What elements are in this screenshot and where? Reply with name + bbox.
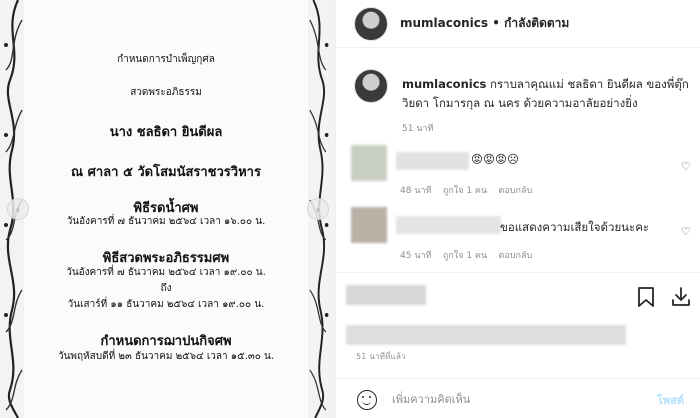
post-header: mumlaconics • กำลังติดตาม — [336, 0, 700, 48]
caption-text-cont: วิยดา โกมารกุล ณ นคร ด้วยความอาลัยอย่างย… — [402, 96, 638, 110]
caption-username[interactable]: mumlaconics — [402, 77, 486, 91]
post-comment-button[interactable]: โพสต์ — [657, 391, 684, 409]
ceremony-date-2-start: วันอังคารที่ ๗ ธันวาคม ๒๕๖๔ เวลา ๑๙.๐๐ น… — [66, 267, 266, 278]
ceremony-date-2-end: วันเสาร์ที่ ๑๑ ธันวาคม ๒๕๖๔ เวลา ๑๙.๐๐ น… — [67, 299, 265, 310]
comment-avatar[interactable] — [351, 145, 387, 181]
bookmark-icon[interactable] — [635, 286, 657, 308]
redacted-action-icons[interactable] — [346, 285, 426, 305]
comment-avatar[interactable] — [351, 207, 387, 243]
post-caption: mumlaconics กราบลาคุณแม่ ชลธิดา ยินดีผล … — [402, 75, 692, 113]
redacted-likes — [346, 325, 626, 345]
caption-avatar[interactable] — [354, 69, 388, 103]
comment-bar: โพสต์ — [336, 378, 700, 418]
ceremony-date-2-to: ถึง — [160, 283, 172, 294]
caption-text: กราบลาคุณแม่ ชลธิดา ยินดีผล ของพี่ตุ๊ก — [490, 77, 689, 91]
heart-icon[interactable]: ♡ — [681, 160, 691, 173]
heart-icon[interactable]: ♡ — [681, 225, 691, 238]
comment-text: ขอแสดงความเสียใจด้วยนะคะ — [500, 220, 650, 234]
previous-image-button[interactable]: ‹ — [7, 198, 29, 220]
venue: ณ ศาลา ๕ วัดโสมนัสราชวรวิหาร — [71, 165, 261, 180]
comment-meta: 45 นาที ถูกใจ 1 คน ตอบกลับ — [400, 248, 532, 262]
comment-text: 😡😡😡☹ — [471, 152, 519, 166]
download-icon[interactable] — [669, 285, 693, 309]
chevron-left-icon: ‹ — [15, 202, 21, 216]
chevron-right-icon: › — [315, 202, 321, 216]
ceremony-title-3: กำหนดการฌาปนกิจศพ — [100, 334, 232, 349]
comment-time: 48 นาที — [400, 186, 432, 196]
ceremony-date-1: วันอังคารที่ ๗ ธันวาคม ๒๕๖๔ เวลา ๑๖.๐๐ น… — [66, 216, 266, 227]
emoji-icon[interactable] — [357, 390, 377, 410]
comment-meta: 48 นาที ถูกใจ 1 คน ตอบกลับ — [400, 183, 532, 197]
announcement-subheading: สวดพระอภิธรรม — [130, 87, 202, 98]
comment-likes[interactable]: ถูกใจ 1 คน — [443, 251, 487, 261]
post-details-panel: mumlaconics • กำลังติดตาม mumlaconics กร… — [335, 0, 700, 418]
post-image[interactable]: กำหนดการบำเพ็ญกุศล สวดพระอภิธรรม นาง ชลธ… — [0, 0, 335, 418]
reply-button[interactable]: ตอบกลับ — [499, 251, 533, 261]
comment-input[interactable] — [392, 390, 632, 408]
ceremony-date-3: วันพฤหัสบดีที่ ๒๓ ธันวาคม ๒๕๖๔ เวลา ๑๕.๓… — [57, 351, 275, 362]
announcement-heading: กำหนดการบำเพ็ญกุศล — [117, 54, 215, 65]
comment-username-redacted[interactable] — [396, 216, 501, 234]
comment-likes[interactable]: ถูกใจ 1 คน — [443, 186, 487, 196]
header-user: mumlaconics • กำลังติดตาม — [400, 16, 570, 30]
avatar[interactable] — [354, 7, 388, 41]
comment-time: 45 นาที — [400, 251, 432, 261]
caption-time: 51 นาที — [402, 124, 434, 134]
reply-button[interactable]: ตอบกลับ — [499, 186, 533, 196]
next-image-button[interactable]: › — [307, 198, 329, 220]
post-timestamp: 51 นาทีที่แล้ว — [356, 352, 406, 361]
header-username[interactable]: mumlaconics — [400, 16, 488, 30]
deceased-name: นาง ชลธิดา ยินดีผล — [109, 125, 223, 140]
following-button[interactable]: กำลังติดตาม — [504, 16, 569, 30]
comment-username-redacted[interactable] — [396, 152, 469, 170]
